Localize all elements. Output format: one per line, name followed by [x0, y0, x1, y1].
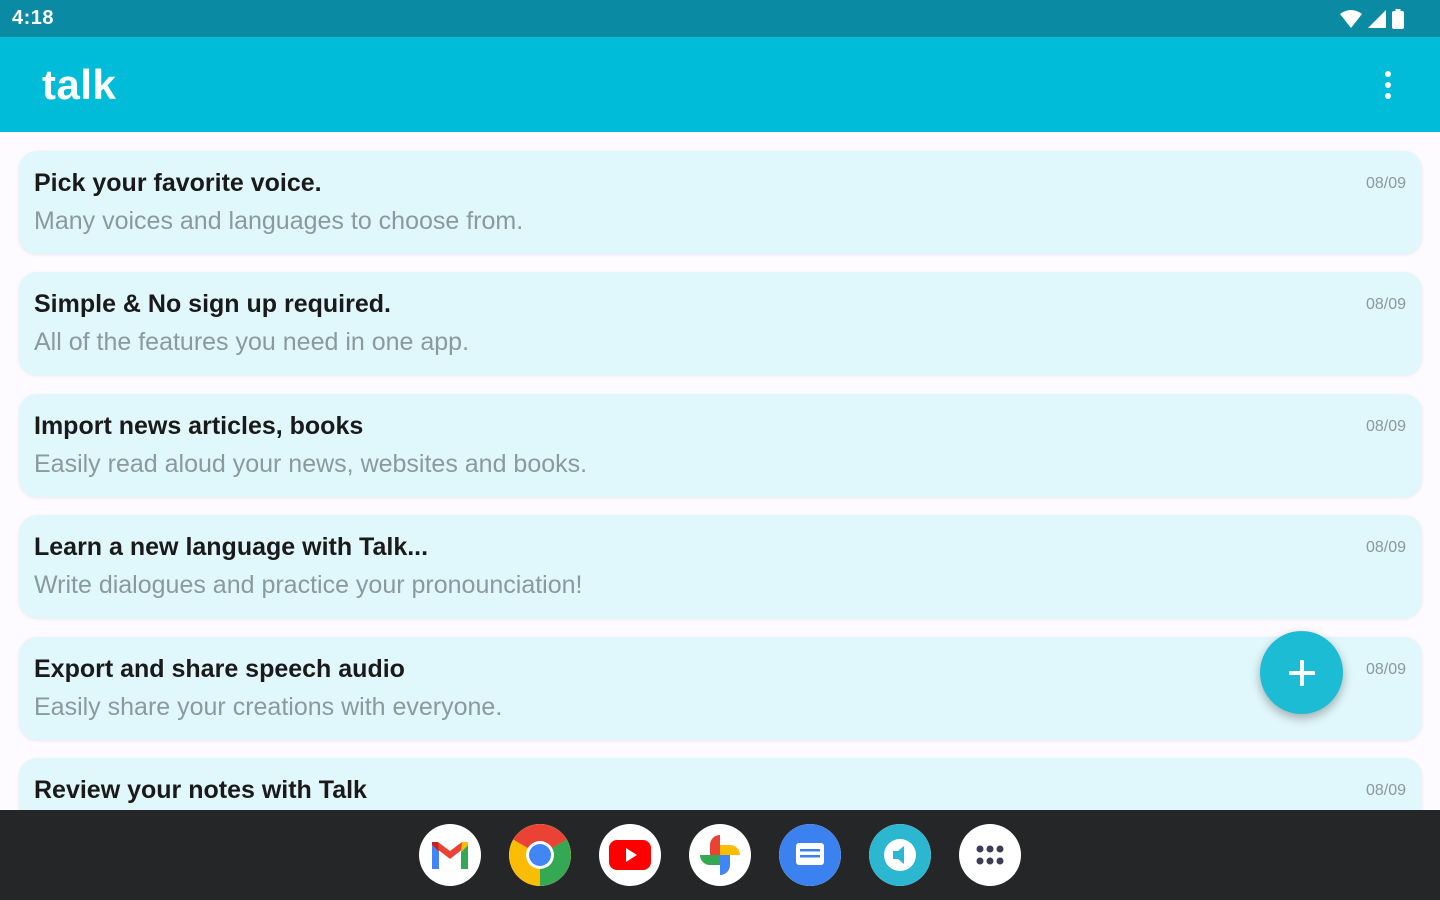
app-drawer-icon[interactable]	[959, 824, 1021, 886]
talk-app-icon[interactable]	[869, 824, 931, 886]
signal-icon	[1368, 9, 1386, 28]
note-subtitle: Many voices and languages to choose from…	[34, 207, 524, 235]
note-date: 08/09	[1365, 782, 1406, 799]
battery-icon	[1392, 8, 1404, 29]
note-subtitle: Write dialogues and practice your pronou…	[34, 571, 583, 599]
messages-icon[interactable]	[779, 824, 841, 886]
more-vert-icon[interactable]	[1376, 65, 1400, 105]
chrome-icon[interactable]	[509, 824, 571, 886]
note-date: 08/09	[1365, 175, 1406, 192]
taskbar	[0, 810, 1440, 900]
note-title: Export and share speech audio	[34, 655, 405, 683]
note-title: Pick your favorite voice.	[34, 169, 322, 197]
plus-icon	[1288, 659, 1315, 686]
note-card[interactable]: Export and share speech audio Easily sha…	[19, 637, 1422, 740]
note-subtitle: Easily share your creations with everyon…	[34, 693, 503, 721]
wifi-icon	[1340, 9, 1362, 28]
gmail-icon[interactable]	[419, 824, 481, 886]
youtube-icon[interactable]	[599, 824, 661, 886]
note-date: 08/09	[1365, 661, 1406, 678]
note-card[interactable]: Learn a new language with Talk... Write …	[19, 515, 1422, 618]
note-title: Learn a new language with Talk...	[34, 533, 429, 561]
note-subtitle: All of the features you need in one app.	[34, 328, 470, 356]
note-card[interactable]: Pick your favorite voice. Many voices an…	[19, 151, 1422, 254]
note-card[interactable]: Import news articles, books Easily read …	[19, 394, 1422, 497]
status-time: 4:18	[12, 7, 55, 29]
note-date: 08/09	[1365, 296, 1406, 313]
note-title: Import news articles, books	[34, 412, 364, 440]
app-bar: talk	[0, 37, 1440, 132]
note-date: 08/09	[1365, 539, 1406, 556]
note-date: 08/09	[1365, 418, 1406, 435]
photos-icon[interactable]	[689, 824, 751, 886]
note-card[interactable]: Review your notes with Talk 08/09	[19, 758, 1422, 810]
note-card[interactable]: Simple & No sign up required. All of the…	[19, 272, 1422, 375]
note-title: Simple & No sign up required.	[34, 290, 391, 318]
status-icons	[1340, 8, 1404, 29]
note-title: Review your notes with Talk	[34, 776, 367, 804]
note-list[interactable]: Pick your favorite voice. Many voices an…	[0, 132, 1440, 810]
status-bar: 4:18	[0, 0, 1440, 37]
add-note-button[interactable]	[1260, 631, 1343, 714]
app-title: talk	[42, 60, 117, 108]
note-subtitle: Easily read aloud your news, websites an…	[34, 450, 588, 478]
